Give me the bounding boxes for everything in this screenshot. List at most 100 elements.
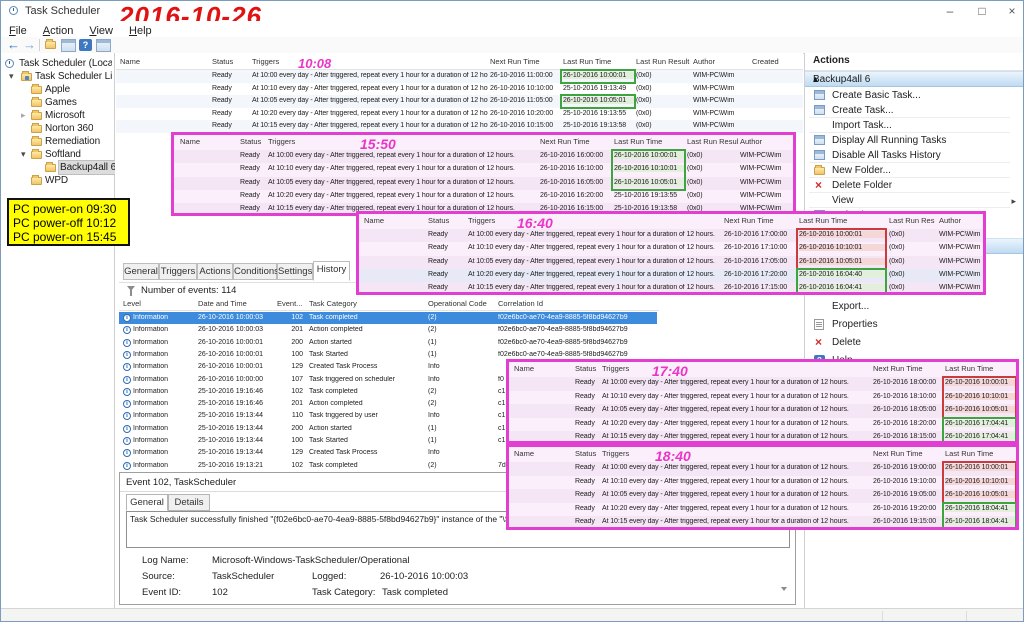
actions-section-backup4all[interactable]: Backup4all 6 ▴ xyxy=(805,71,1024,87)
task-row[interactable]: b4a_ContactsReadyAt 10:00 every day - Af… xyxy=(174,150,793,163)
tab-history[interactable]: History xyxy=(313,261,350,281)
collapse-icon[interactable]: ▴ xyxy=(813,74,1012,85)
column-header-result[interactable]: Last Run Result xyxy=(889,216,935,225)
task-row[interactable]: b4a_Contact...ReadyAt 10:10 every day - … xyxy=(116,83,803,96)
column-header-name[interactable]: Name xyxy=(514,364,572,373)
task-row[interactable]: b4a_Contact...ReadyAt 10:05 every day - … xyxy=(116,95,803,108)
column-header-author[interactable]: Author xyxy=(939,216,983,225)
task-row[interactable]: b4a_Contact...ReadyAt 10:15 every day - … xyxy=(359,282,983,295)
menu-help[interactable]: Help xyxy=(129,25,152,37)
column-header-category[interactable]: Task Category xyxy=(309,299,424,308)
console-tree-icon[interactable] xyxy=(45,41,56,49)
panel-layout-icon[interactable] xyxy=(96,39,111,52)
column-header-status[interactable]: Status xyxy=(212,57,250,66)
tree-item-apple[interactable]: Apple xyxy=(1,83,114,96)
tab-actions[interactable]: Actions xyxy=(197,263,233,280)
tree-item-norton-360[interactable]: Norton 360 xyxy=(1,122,114,135)
tree-item-softland[interactable]: ▾Softland xyxy=(1,148,114,161)
task-row[interactable]: b4a_ContactsReadyAt 10:00 every day - Af… xyxy=(509,377,1016,391)
history-row[interactable]: iInformation26-10-2016 10:00:03102Task c… xyxy=(119,312,657,324)
window-panel-icon[interactable] xyxy=(61,39,76,52)
task-row[interactable]: b4a_Contact...ReadyAt 10:20 every day - … xyxy=(116,108,803,121)
column-header-status[interactable]: Status xyxy=(575,449,603,458)
action-view[interactable]: View▸ xyxy=(805,194,1024,209)
column-header-last_run[interactable]: Last Run Time xyxy=(799,216,885,225)
column-header-last_run[interactable]: Last Run Time xyxy=(563,57,634,66)
tab-general[interactable]: General xyxy=(126,494,168,511)
column-header-last_run[interactable]: Last Run Time xyxy=(945,364,1015,373)
column-header-name[interactable]: Name xyxy=(120,57,210,66)
tab-general[interactable]: General xyxy=(123,263,159,280)
column-header-created[interactable]: Created xyxy=(752,57,800,66)
task-row[interactable]: b4a_Contact...ReadyAt 10:10 every day - … xyxy=(174,163,793,176)
column-header-author[interactable]: Author xyxy=(740,137,793,146)
task-row[interactable]: b4a_Contact...ReadyAt 10:20 every day - … xyxy=(174,190,793,203)
column-header-last_run[interactable]: Last Run Time xyxy=(614,137,684,146)
column-header-author[interactable]: Author xyxy=(693,57,750,66)
tree-item-task-scheduler-library[interactable]: ▾Task Scheduler Library xyxy=(1,70,114,83)
action-export[interactable]: Export... xyxy=(805,300,1024,315)
close-button[interactable]: × xyxy=(1001,3,1023,19)
minimize-button[interactable]: – xyxy=(939,3,961,19)
action-new-folder[interactable]: New Folder... xyxy=(805,164,1024,179)
column-header-name[interactable]: Name xyxy=(180,137,238,146)
action-delete[interactable]: ×Delete xyxy=(805,336,1024,351)
menu-file[interactable]: File xyxy=(9,25,27,37)
column-header-correlation[interactable]: Correlation Id xyxy=(498,299,656,308)
column-header-next_run[interactable]: Next Run Time xyxy=(873,364,941,373)
filter-icon[interactable] xyxy=(127,286,135,291)
tab-settings[interactable]: Settings xyxy=(277,263,313,280)
action-properties[interactable]: Properties xyxy=(805,318,1024,333)
tree-item-wpd[interactable]: WPD xyxy=(1,174,114,187)
column-header-trigger[interactable]: Triggers xyxy=(468,216,721,225)
task-row[interactable]: b4a_Contact...ReadyAt 10:10 every day - … xyxy=(359,242,983,255)
column-header-datetime[interactable]: Date and Time xyxy=(198,299,276,308)
maximize-button[interactable]: □ xyxy=(971,3,993,19)
task-row[interactable]: b4a_Contact...ReadyAt 10:20 every day - … xyxy=(509,418,1016,432)
tab-triggers[interactable]: Triggers xyxy=(159,263,197,280)
action-delete-folder[interactable]: ×Delete Folder xyxy=(805,179,1024,194)
task-row[interactable]: b4a_Contact...ReadyAt 10:15 every day - … xyxy=(509,431,1016,444)
column-header-result[interactable]: Last Run Result xyxy=(636,57,691,66)
column-header-trigger[interactable]: Triggers xyxy=(252,57,488,66)
column-header-event_id[interactable]: Event... xyxy=(277,299,303,308)
column-header-trigger[interactable]: Triggers xyxy=(268,137,538,146)
task-row[interactable]: b4a_Contact...ReadyAt 10:05 every day - … xyxy=(174,177,793,190)
task-row[interactable]: b4a_Contact...ReadyAt 10:05 every day - … xyxy=(509,404,1016,418)
tab-details[interactable]: Details xyxy=(168,494,210,511)
tree-item-games[interactable]: Games xyxy=(1,96,114,109)
column-header-status[interactable]: Status xyxy=(428,216,456,225)
tab-conditions[interactable]: Conditions xyxy=(233,263,277,280)
column-header-trigger[interactable]: Triggers xyxy=(602,449,870,458)
history-row[interactable]: iInformation26-10-2016 10:00:03201Action… xyxy=(119,324,657,336)
column-header-next_run[interactable]: Next Run Time xyxy=(873,449,941,458)
action-create-basic-task[interactable]: Create Basic Task... xyxy=(805,89,1024,104)
task-row[interactable]: b4a_ContactsReadyAt 10:00 every day - Af… xyxy=(359,229,983,242)
column-header-trigger[interactable]: Triggers xyxy=(602,364,870,373)
task-row[interactable]: b4a_Contact...ReadyAt 10:20 every day - … xyxy=(359,269,983,282)
action-import-task[interactable]: Import Task... xyxy=(805,119,1024,134)
column-header-next_run[interactable]: Next Run Time xyxy=(540,137,610,146)
column-header-next_run[interactable]: Next Run Time xyxy=(490,57,561,66)
tree-item-microsoft[interactable]: ▸Microsoft xyxy=(1,109,114,122)
column-header-name[interactable]: Name xyxy=(514,449,572,458)
action-display-all-running-tasks[interactable]: Display All Running Tasks xyxy=(805,134,1024,149)
action-create-task[interactable]: Create Task... xyxy=(805,104,1024,119)
help-icon[interactable]: ? xyxy=(79,39,92,51)
task-row[interactable]: b4a_ContactsReadyAt 10:00 every day - Af… xyxy=(509,462,1016,476)
forward-icon[interactable]: → xyxy=(23,38,36,52)
column-header-status[interactable]: Status xyxy=(575,364,603,373)
menu-view[interactable]: View xyxy=(89,25,113,37)
history-row[interactable]: iInformation26-10-2016 10:00:01200Action… xyxy=(119,337,657,349)
task-row[interactable]: b4a_Contact...ReadyAt 10:10 every day - … xyxy=(509,476,1016,490)
tree-item-task-scheduler-local-[interactable]: Task Scheduler (Local) xyxy=(1,57,114,70)
action-disable-all-tasks-history[interactable]: Disable All Tasks History xyxy=(805,149,1024,164)
back-icon[interactable]: ← xyxy=(7,38,20,52)
column-header-level[interactable]: Level xyxy=(123,299,193,308)
task-row[interactable]: b4a_Contact...ReadyAt 10:05 every day - … xyxy=(359,256,983,269)
task-row[interactable]: b4a_Contact...ReadyAt 10:15 every day - … xyxy=(509,516,1016,530)
column-header-opcode[interactable]: Operational Code xyxy=(428,299,493,308)
column-header-next_run[interactable]: Next Run Time xyxy=(724,216,796,225)
task-row[interactable]: b4a_Contact...ReadyAt 10:05 every day - … xyxy=(509,489,1016,503)
expander-closed-icon[interactable]: ▸ xyxy=(21,109,25,122)
